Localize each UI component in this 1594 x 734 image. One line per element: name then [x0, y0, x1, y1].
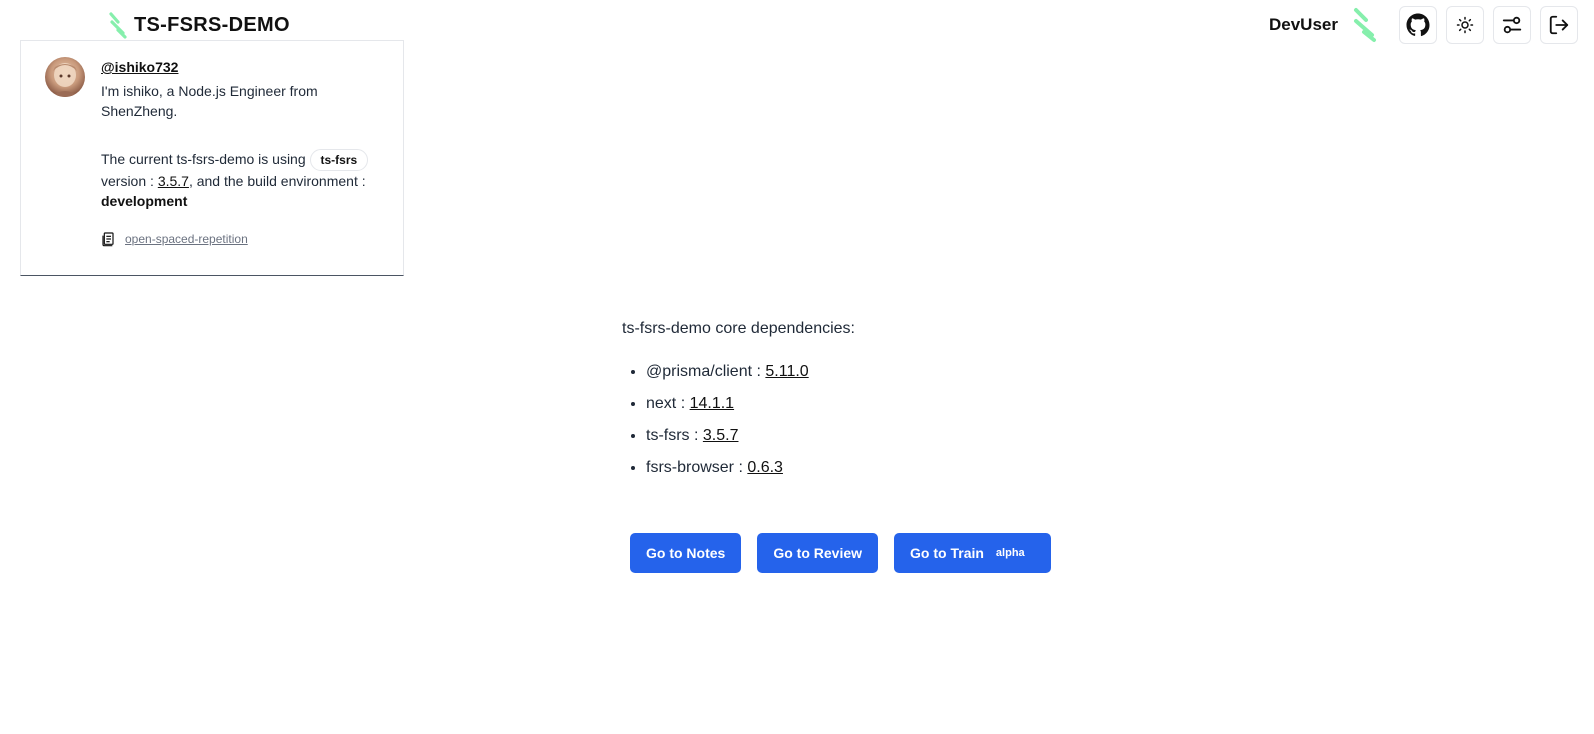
list-item: @prisma/client : 5.11.0	[646, 356, 855, 388]
github-button[interactable]	[1399, 6, 1437, 44]
list-item: next : 14.1.1	[646, 388, 855, 420]
avatar[interactable]	[45, 57, 85, 97]
brand[interactable]: TS-FSRS-DEMO	[108, 9, 290, 41]
user-logo-icon	[1354, 8, 1376, 42]
package-pill: ts-fsrs	[309, 149, 369, 172]
brand-title: TS-FSRS-DEMO	[134, 13, 290, 36]
list-item: ts-fsrs : 3.5.7	[646, 420, 855, 452]
version-link[interactable]: 3.5.7	[158, 173, 189, 189]
dependency-version-link[interactable]: 5.11.0	[765, 363, 808, 380]
brand-logo-icon	[109, 12, 127, 39]
sliders-icon	[1502, 16, 1522, 34]
page: TS-FSRS-DEMO DevUser @ishiko732 I'm ishi…	[0, 0, 1594, 734]
logout-button[interactable]	[1540, 6, 1578, 44]
profile-hover-card: @ishiko732 I'm ishiko, a Node.js Enginee…	[20, 40, 404, 276]
dependency-version-link[interactable]: 3.5.7	[703, 427, 739, 444]
dependency-name: @prisma/client :	[646, 363, 761, 380]
github-icon	[1406, 13, 1430, 37]
repo-link[interactable]: open-spaced-repetition	[125, 229, 248, 249]
repo-row: open-spaced-repetition	[101, 229, 391, 249]
build-env-value: development	[101, 193, 188, 210]
button-label: Go to Train	[910, 545, 984, 561]
dependency-version-link[interactable]: 14.1.1	[690, 395, 734, 412]
profile-bio: I'm ishiko, a Node.js Engineer from Shen…	[101, 83, 318, 119]
go-to-review-button[interactable]: Go to Review	[757, 533, 879, 573]
go-to-notes-button[interactable]: Go to Notes	[630, 533, 742, 573]
alpha-badge: alpha	[995, 547, 1025, 559]
button-label: Go to Notes	[646, 545, 726, 561]
username: DevUser	[1269, 15, 1338, 34]
dependency-name: ts-fsrs :	[646, 427, 699, 444]
dependencies-heading: ts-fsrs-demo core dependencies:	[622, 320, 855, 337]
dependency-name: next :	[646, 395, 686, 412]
logout-icon	[1549, 15, 1569, 35]
settings-button[interactable]	[1493, 6, 1531, 44]
avatar-image	[51, 63, 79, 97]
dependencies-list: @prisma/client : 5.11.0 next : 14.1.1 ts…	[622, 356, 855, 484]
profile-handle-link[interactable]: @ishiko732	[101, 57, 391, 77]
theme-toggle-button[interactable]	[1446, 6, 1484, 44]
sun-icon	[1456, 16, 1474, 34]
version-prefix: The current ts-fsrs-demo is using	[101, 151, 306, 167]
card-body: @ishiko732 I'm ishiko, a Node.js Enginee…	[101, 57, 391, 249]
env-label: , and the build environment :	[188, 173, 366, 190]
dependency-version-link[interactable]: 0.6.3	[747, 459, 783, 476]
button-label: Go to Review	[773, 545, 863, 561]
main-content: ts-fsrs-demo core dependencies: @prisma/…	[622, 320, 855, 484]
header-actions: DevUser	[1269, 6, 1578, 44]
go-to-train-button[interactable]: Go to Train alpha	[894, 533, 1051, 573]
version-label: version :	[101, 173, 154, 190]
dependency-name: fsrs-browser :	[646, 459, 743, 476]
repo-icon	[102, 232, 114, 247]
list-item: fsrs-browser : 0.6.3	[646, 452, 855, 484]
version-info: The current ts-fsrs-demo is using ts-fsr…	[101, 149, 391, 211]
action-buttons: Go to Notes Go to Review Go to Train alp…	[630, 533, 1051, 573]
